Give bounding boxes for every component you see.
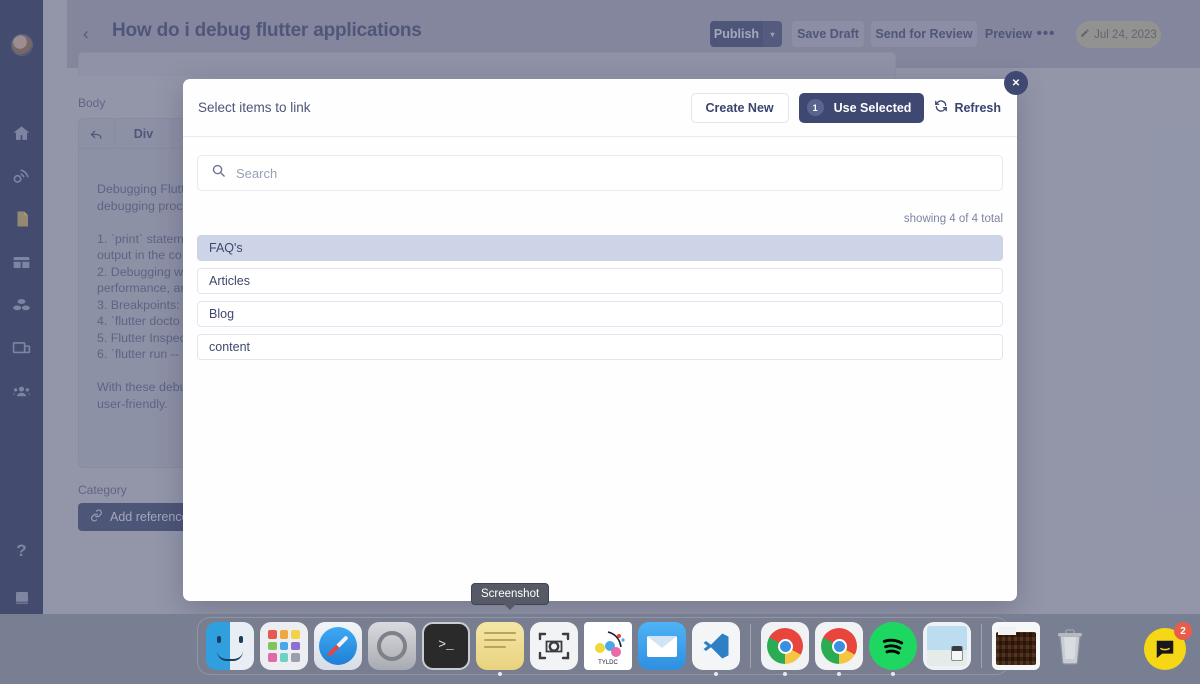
list-item[interactable]: FAQ's: [197, 235, 1003, 261]
results-count: showing 4 of 4 total: [183, 191, 1017, 235]
dock-separator: [981, 624, 982, 668]
running-indicator: [837, 672, 841, 676]
search-input[interactable]: [236, 166, 989, 181]
macos-dock: >_ TYLDC: [197, 617, 1009, 675]
vscode-icon[interactable]: [692, 622, 740, 670]
search-icon: [211, 163, 226, 183]
close-icon[interactable]: ✕: [1004, 71, 1028, 95]
list-item[interactable]: Blog: [197, 301, 1003, 327]
trash-icon[interactable]: [1046, 622, 1094, 670]
mail-icon[interactable]: [638, 622, 686, 670]
search-section: [183, 137, 1017, 191]
dock-tooltip: Screenshot: [471, 583, 549, 605]
refresh-icon: [934, 99, 948, 116]
use-selected-button[interactable]: 1 Use Selected: [799, 93, 925, 123]
safari-icon[interactable]: [314, 622, 362, 670]
chrome-beta-icon[interactable]: [815, 622, 863, 670]
link-items-modal: Select items to link Create New 1 Use Se…: [183, 79, 1017, 601]
finder-icon[interactable]: [206, 622, 254, 670]
search-box[interactable]: [197, 155, 1003, 191]
stickies-icon[interactable]: [476, 622, 524, 670]
refresh-label: Refresh: [954, 101, 1001, 115]
tyldc-app-icon[interactable]: TYLDC: [584, 622, 632, 670]
use-selected-label: Use Selected: [834, 101, 912, 115]
terminal-icon[interactable]: >_: [422, 622, 470, 670]
spotify-icon[interactable]: [869, 622, 917, 670]
downloads-folder-icon[interactable]: [992, 622, 1040, 670]
list-item[interactable]: content: [197, 334, 1003, 360]
intercom-unread-badge: 2: [1174, 622, 1192, 640]
selected-count-badge: 1: [807, 99, 824, 116]
modal-header-actions: Create New 1 Use Selected Refresh: [691, 93, 1003, 123]
svg-text:TYLDC: TYLDC: [598, 660, 618, 666]
running-indicator: [891, 672, 895, 676]
running-indicator: [498, 672, 502, 676]
chrome-icon[interactable]: [761, 622, 809, 670]
running-indicator: [714, 672, 718, 676]
launchpad-icon[interactable]: [260, 622, 308, 670]
dock-separator: [750, 624, 751, 668]
create-new-button[interactable]: Create New: [691, 93, 789, 123]
system-preferences-icon[interactable]: [368, 622, 416, 670]
list-item[interactable]: Articles: [197, 268, 1003, 294]
modal-title: Select items to link: [198, 100, 311, 115]
running-indicator: [783, 672, 787, 676]
screenshot-icon[interactable]: [530, 622, 578, 670]
refresh-button[interactable]: Refresh: [934, 99, 1003, 116]
screen: ? ‹ How do i debug flutter applications …: [0, 0, 1200, 684]
linkable-items-list: FAQ's Articles Blog content: [183, 235, 1017, 360]
modal-header: Select items to link Create New 1 Use Se…: [183, 79, 1017, 137]
preview-icon[interactable]: [923, 622, 971, 670]
